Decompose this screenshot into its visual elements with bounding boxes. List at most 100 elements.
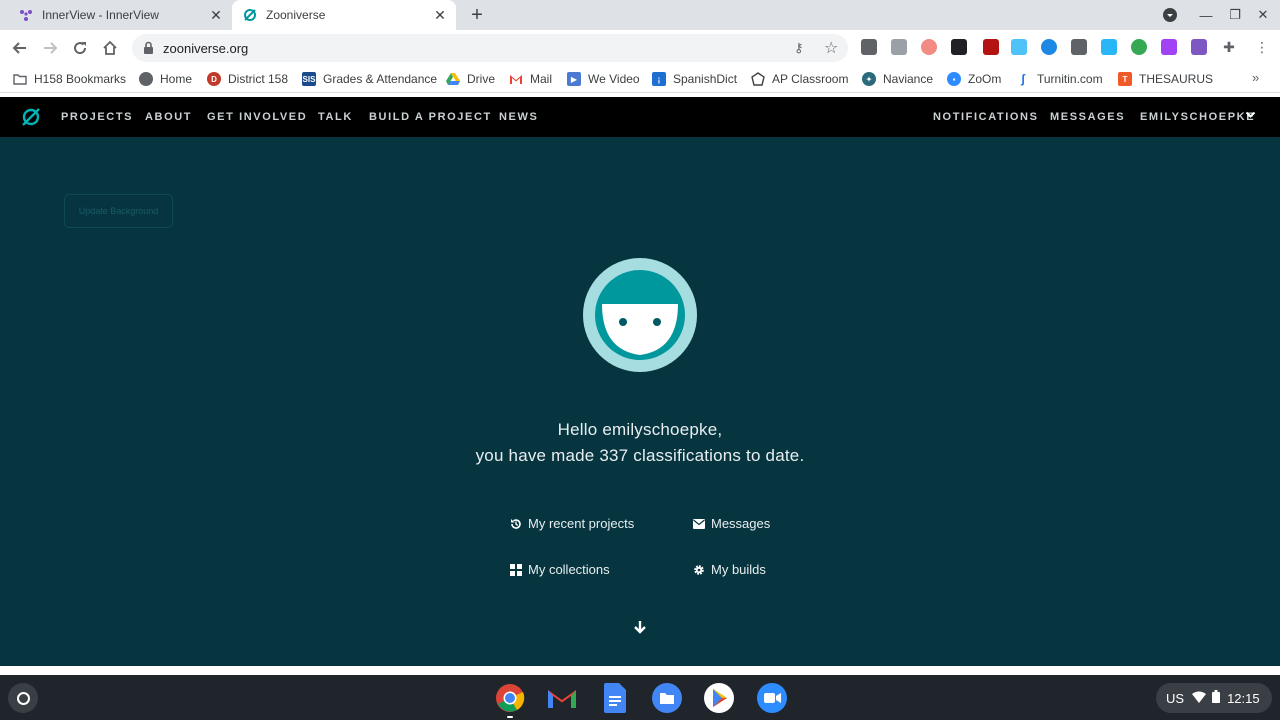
tab-title: InnerView - InnerView xyxy=(42,8,159,22)
bookmark-ap-classroom[interactable]: AP Classroom xyxy=(751,71,848,87)
extension-icon[interactable] xyxy=(861,39,877,55)
restore-icon[interactable]: ❐ xyxy=(1225,5,1245,25)
tab-innerview[interactable]: InnerView - InnerView ✕ xyxy=(8,0,232,30)
my-builds-link[interactable]: My builds xyxy=(693,562,766,577)
nav-notifications[interactable]: NOTIFICATIONS xyxy=(933,111,1039,123)
extension-icon[interactable] xyxy=(1011,39,1027,55)
zooniverse-nav: PROJECTS ABOUT GET INVOLVED TALK BUILD A… xyxy=(0,97,1280,137)
tab-strip: InnerView - InnerView ✕ Zooniverse ✕ + —… xyxy=(0,0,1280,30)
url-text: zooniverse.org xyxy=(163,41,249,56)
extension-icon[interactable] xyxy=(1131,39,1147,55)
active-app-indicator xyxy=(507,716,513,718)
bookmark-star-icon[interactable]: ☆ xyxy=(824,38,838,58)
extension-icon[interactable] xyxy=(1041,39,1057,55)
extension-icon[interactable] xyxy=(1191,39,1207,55)
nav-news[interactable]: NEWS xyxy=(499,111,538,123)
bookmark-naviance[interactable]: ✦ Naviance xyxy=(862,71,933,87)
arrow-down-icon[interactable] xyxy=(632,619,648,635)
bookmark-drive[interactable]: Drive xyxy=(446,71,495,87)
extension-icon[interactable] xyxy=(1071,39,1087,55)
extension-icon[interactable] xyxy=(891,39,907,55)
page-below-fold xyxy=(0,666,1280,675)
new-tab-button[interactable]: + xyxy=(466,4,488,26)
extensions-puzzle-icon[interactable]: ✚ xyxy=(1221,39,1237,55)
zoom-app-icon[interactable] xyxy=(756,682,788,714)
bookmark-grades[interactable]: SIS Grades & Attendance xyxy=(302,71,437,87)
tab-title: Zooniverse xyxy=(266,8,326,22)
status-tray[interactable]: US 12:15 xyxy=(1156,683,1272,713)
nav-build-a-project[interactable]: BUILD A PROJECT xyxy=(369,111,492,123)
browser-menu-icon[interactable]: ⋮ xyxy=(1254,39,1270,55)
bookmark-label: Grades & Attendance xyxy=(323,72,438,86)
address-bar[interactable]: zooniverse.org ⚷ ☆ xyxy=(132,34,848,62)
files-icon[interactable] xyxy=(651,682,683,714)
sis-icon: SIS xyxy=(302,72,316,86)
nav-projects[interactable]: PROJECTS xyxy=(61,111,133,123)
bookmark-zoom[interactable]: ▪ ZoOm xyxy=(947,71,1001,87)
extension-icon[interactable] xyxy=(983,39,999,55)
thesaurus-icon: T xyxy=(1118,72,1132,86)
link-label: My recent projects xyxy=(528,516,635,531)
link-label: My collections xyxy=(528,562,610,577)
nav-about[interactable]: ABOUT xyxy=(145,111,192,123)
reload-icon[interactable] xyxy=(69,37,91,59)
grid-icon xyxy=(510,563,522,576)
extension-icon[interactable] xyxy=(921,39,937,55)
bookmark-spanishdict[interactable]: ¡ SpanishDict xyxy=(652,71,737,87)
bookmark-label: Home xyxy=(160,72,193,86)
messages-link[interactable]: Messages xyxy=(693,516,770,531)
nav-get-involved[interactable]: GET INVOLVED xyxy=(207,111,307,123)
envelope-icon xyxy=(693,518,705,530)
bookmark-thesaurus[interactable]: T THESAURUS xyxy=(1118,71,1213,87)
chrome-icon[interactable] xyxy=(494,682,526,714)
user-avatar[interactable] xyxy=(583,258,697,372)
close-window-icon[interactable]: ✕ xyxy=(1253,5,1273,25)
bookmark-label: Turnitin.com xyxy=(1037,72,1103,86)
district-logo: D xyxy=(207,72,221,86)
profile-menu-icon[interactable] xyxy=(1160,5,1180,25)
bookmark-wevideo[interactable]: ▶ We Video xyxy=(567,71,640,87)
clock: 12:15 xyxy=(1227,690,1260,706)
docs-icon[interactable] xyxy=(599,682,631,714)
wifi-icon xyxy=(1192,691,1207,706)
my-recent-projects-link[interactable]: My recent projects xyxy=(510,516,634,531)
bookmark-h158[interactable]: H158 Bookmarks xyxy=(13,71,126,87)
bookmark-label: Drive xyxy=(467,72,496,86)
zooniverse-logo-icon[interactable] xyxy=(21,107,41,127)
gear-icon xyxy=(693,564,705,576)
minimize-icon[interactable]: — xyxy=(1196,5,1216,25)
bookmark-label: We Video xyxy=(588,72,640,86)
bookmark-district-158[interactable]: D District 158 xyxy=(207,71,288,87)
launcher-button[interactable] xyxy=(8,683,38,713)
play-store-icon[interactable] xyxy=(703,682,735,714)
bookmark-turnitin[interactable]: ʃ Turnitin.com xyxy=(1016,71,1103,87)
gmail-icon[interactable] xyxy=(546,682,578,714)
bookmark-label: Naviance xyxy=(883,72,934,86)
password-key-icon[interactable]: ⚷ xyxy=(794,40,804,56)
my-collections-link[interactable]: My collections xyxy=(510,562,610,577)
extension-icon[interactable] xyxy=(951,39,967,55)
home-hero: Update Background Hello emilyschoepke, y… xyxy=(0,137,1280,666)
battery-icon xyxy=(1212,690,1221,706)
extension-icon[interactable] xyxy=(1161,39,1177,55)
more-bookmarks-icon[interactable]: » xyxy=(1252,70,1259,85)
nav-user-menu[interactable]: EMILYSCHOEPKE xyxy=(1140,111,1255,123)
home-icon[interactable] xyxy=(99,37,121,59)
chevron-down-icon[interactable] xyxy=(1245,109,1256,123)
bookmark-mail[interactable]: Mail xyxy=(509,71,552,87)
zoom-icon: ▪ xyxy=(947,72,961,86)
close-tab-icon[interactable]: ✕ xyxy=(206,5,226,25)
tab-zooniverse[interactable]: Zooniverse ✕ xyxy=(232,0,456,30)
ap-icon xyxy=(751,72,765,86)
extension-icon[interactable] xyxy=(1101,39,1117,55)
back-icon[interactable] xyxy=(9,37,31,59)
update-background-button[interactable]: Update Background xyxy=(64,194,173,228)
forward-icon[interactable] xyxy=(39,37,61,59)
bookmark-home[interactable]: Home xyxy=(139,71,192,87)
nav-messages[interactable]: MESSAGES xyxy=(1050,111,1125,123)
locale-label: US xyxy=(1166,690,1185,706)
gmail-icon xyxy=(509,72,523,86)
nav-talk[interactable]: TALK xyxy=(318,111,353,123)
launcher-circle-icon xyxy=(16,691,30,705)
close-tab-icon[interactable]: ✕ xyxy=(430,5,450,25)
